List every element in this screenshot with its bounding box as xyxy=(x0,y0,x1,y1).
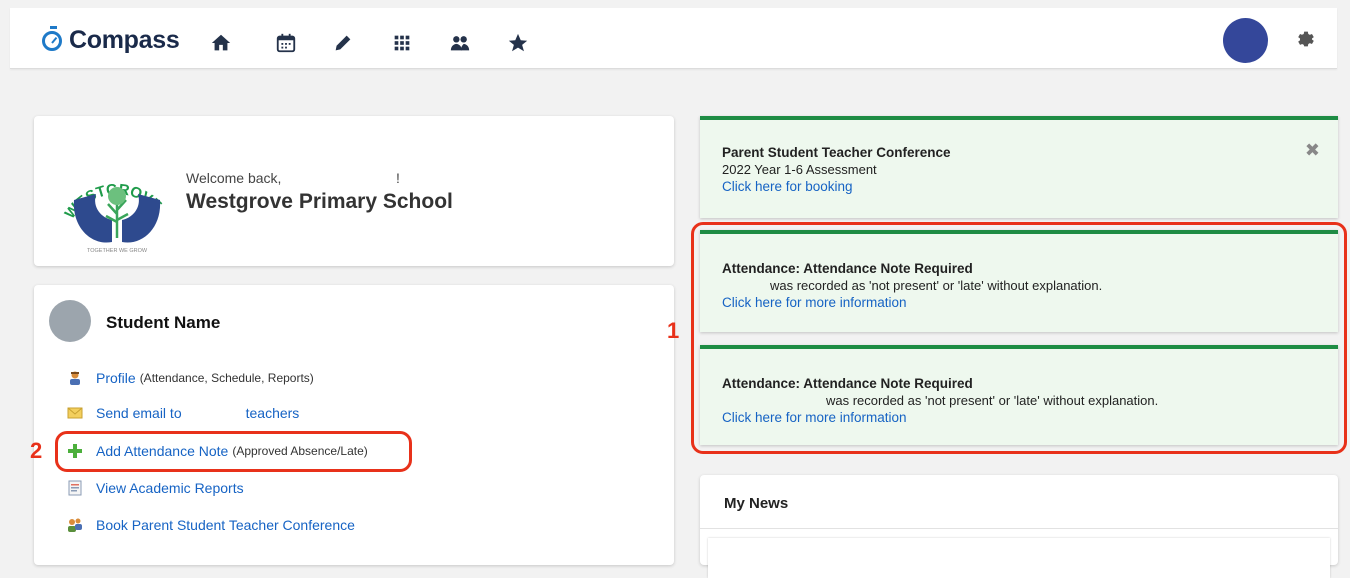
student-card: Student Name Profile (Attendance, Schedu… xyxy=(34,285,674,565)
notice-body: 2022 Year 1-6 Assessment xyxy=(722,162,877,177)
app-name: Compass xyxy=(69,25,180,54)
profile-icon xyxy=(67,370,83,386)
profile-link[interactable]: Profile xyxy=(96,370,136,386)
email-icon xyxy=(67,405,83,421)
welcome-exclamation: ! xyxy=(396,170,400,186)
svg-text:TOGETHER WE GROW: TOGETHER WE GROW xyxy=(87,248,148,254)
conference-icon xyxy=(67,517,83,533)
compass-logo-icon xyxy=(42,26,62,51)
close-icon[interactable]: ✖ xyxy=(1305,140,1320,161)
calendar-icon[interactable] xyxy=(275,32,297,54)
school-name: Westgrove Primary School xyxy=(186,190,453,213)
my-news-title: My News xyxy=(724,495,789,512)
welcome-card: WESTGROVE TOGETHER WE GROW Welcome back,… xyxy=(34,116,674,266)
profile-link-row[interactable]: Profile (Attendance, Schedule, Reports) xyxy=(67,367,314,389)
people-icon[interactable] xyxy=(449,32,471,54)
compass-logo[interactable]: Compass xyxy=(42,25,180,55)
view-academic-reports-row[interactable]: View Academic Reports xyxy=(67,477,244,499)
gear-icon[interactable] xyxy=(1295,28,1317,50)
notice-title: Parent Student Teacher Conference xyxy=(722,145,951,160)
school-logo: WESTGROVE TOGETHER WE GROW xyxy=(62,181,165,254)
user-avatar[interactable] xyxy=(1223,18,1268,63)
top-nav-bar: Compass xyxy=(10,8,1337,69)
student-name: Student Name xyxy=(106,313,221,332)
annotation-marker-2: 2 xyxy=(30,438,43,463)
star-icon[interactable] xyxy=(507,32,529,54)
news-item[interactable] xyxy=(708,538,1330,578)
home-icon[interactable] xyxy=(210,32,232,54)
report-icon xyxy=(67,480,83,496)
my-news-card: My News xyxy=(700,475,1338,578)
send-email-link-teachers[interactable]: teachers xyxy=(246,405,300,421)
book-conference-link[interactable]: Book Parent Student Teacher Conference xyxy=(96,517,355,533)
pencil-icon[interactable] xyxy=(332,32,354,54)
annotation-marker-1: 1 xyxy=(667,318,680,343)
grid-icon[interactable] xyxy=(391,32,413,54)
book-conference-row[interactable]: Book Parent Student Teacher Conference xyxy=(67,514,355,536)
student-avatar xyxy=(49,300,91,342)
welcome-greeting: Welcome back, xyxy=(186,170,282,186)
add-attendance-note-highlight xyxy=(55,431,412,472)
conference-notice: Parent Student Teacher Conference 2022 Y… xyxy=(700,116,1338,218)
booking-link[interactable]: Click here for booking xyxy=(722,178,951,195)
view-academic-reports-link[interactable]: View Academic Reports xyxy=(96,480,244,496)
attendance-notices-highlight xyxy=(691,222,1347,454)
send-email-link[interactable]: Send email to xyxy=(96,405,182,421)
divider xyxy=(700,528,1338,529)
send-email-link-row[interactable]: Send email to teachers xyxy=(67,402,299,424)
profile-link-suffix: (Attendance, Schedule, Reports) xyxy=(139,371,314,385)
